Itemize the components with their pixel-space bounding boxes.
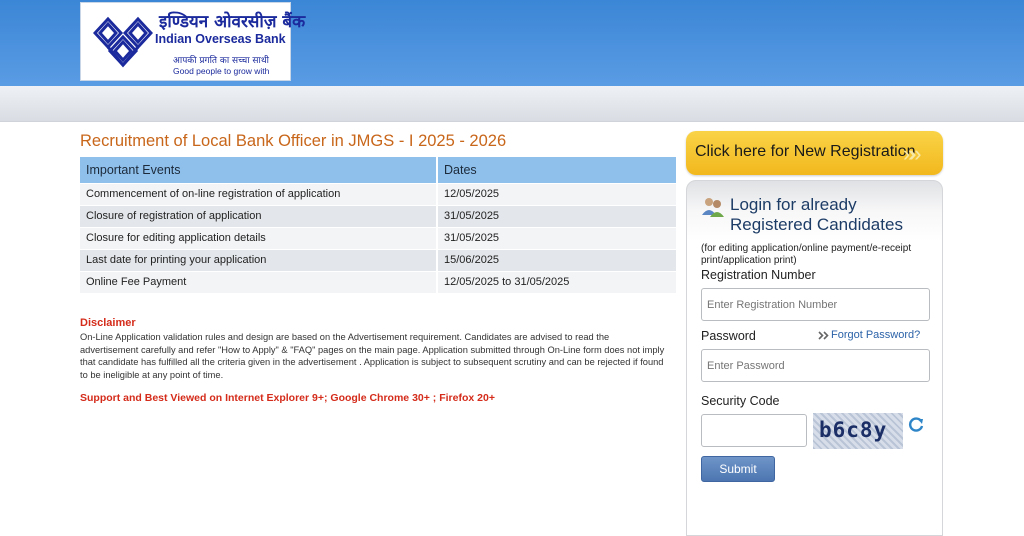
event-cell: Online Fee Payment [80,270,438,293]
password-label: Password [701,329,756,343]
important-events-table: Important Events Dates Commencement of o… [80,157,678,293]
column-header-dates: Dates [437,157,678,183]
logo-tagline-english: Good people to grow with [173,66,270,76]
date-cell: 12/05/2025 to 31/05/2025 [437,270,678,293]
header-bar: इण्डियन ओवरसीज़ बैंक Indian Overseas Ban… [0,0,1024,86]
disclaimer-heading: Disclaimer [80,317,136,329]
event-cell: Commencement of on-line registration of … [80,182,438,205]
table-row: Commencement of on-line registration of … [80,182,678,205]
table-header-row: Important Events Dates [80,157,678,183]
double-chevron-right-icon [818,331,829,340]
security-code-label: Security Code [701,394,780,408]
password-input[interactable] [701,349,930,382]
login-note: (for editing application/online payment/… [701,243,912,266]
iob-emblem-icon [93,16,153,68]
login-title: Login for already Registered Candidates [730,195,903,234]
event-cell: Closure of registration of application [80,204,438,227]
logo-tagline-hindi: आपकी प्रगति का सच्चा साथी [173,56,269,66]
column-header-events: Important Events [80,157,438,183]
logo-english-text: Indian Overseas Bank [155,32,286,46]
browser-support-note: Support and Best Viewed on Internet Expl… [80,392,495,404]
registration-number-input[interactable] [701,288,930,321]
submit-button[interactable]: Submit [701,456,775,482]
registration-number-label: Registration Number [701,268,816,282]
users-icon [702,198,724,217]
security-code-input[interactable] [701,414,807,447]
refresh-icon[interactable] [907,416,925,434]
date-cell: 12/05/2025 [437,182,678,205]
header-subbar [0,86,1024,122]
date-cell: 31/05/2025 [437,226,678,249]
captcha-text: b6c8y [819,418,888,442]
double-chevron-right-icon: »» [903,141,922,166]
new-registration-button[interactable]: Click here for New Registration »» [686,131,943,175]
table-row: Last date for printing your application … [80,248,678,271]
login-panel: Login for already Registered Candidates … [686,180,943,536]
date-cell: 31/05/2025 [437,204,678,227]
logo-hindi-text: इण्डियन ओवरसीज़ बैंक [159,12,306,32]
captcha-image: b6c8y [813,413,903,449]
date-cell: 15/06/2025 [437,248,678,271]
event-cell: Closure for editing application details [80,226,438,249]
table-row: Closure for editing application details … [80,226,678,249]
table-row: Closure of registration of application 3… [80,204,678,227]
disclaimer-text: On-Line Application validation rules and… [80,332,665,380]
page-title: Recruitment of Local Bank Officer in JMG… [80,132,507,150]
table-row: Online Fee Payment 12/05/2025 to 31/05/2… [80,270,678,293]
forgot-password-link[interactable]: Forgot Password? [831,329,920,341]
new-registration-label: Click here for New Registration [695,143,916,160]
bank-logo[interactable]: इण्डियन ओवरसीज़ बैंक Indian Overseas Ban… [80,2,305,81]
event-cell: Last date for printing your application [80,248,438,271]
